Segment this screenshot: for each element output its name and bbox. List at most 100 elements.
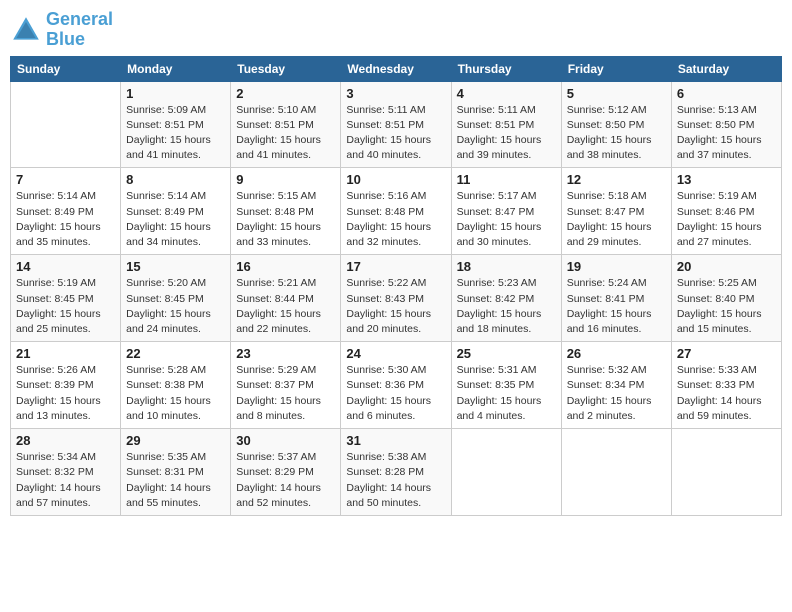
day-number: 1 [126,86,225,101]
day-info: Sunrise: 5:22 AMSunset: 8:43 PMDaylight:… [346,276,445,337]
day-number: 9 [236,172,335,187]
calendar-cell: 2 Sunrise: 5:10 AMSunset: 8:51 PMDaylight… [231,81,341,168]
day-number: 13 [677,172,776,187]
day-info: Sunrise: 5:34 AMSunset: 8:32 PMDaylight:… [16,450,115,511]
calendar-cell [11,81,121,168]
day-info: Sunrise: 5:29 AMSunset: 8:37 PMDaylight:… [236,363,335,424]
day-number: 19 [567,259,666,274]
calendar-cell: 27Sunrise: 5:33 AMSunset: 8:33 PMDayligh… [671,342,781,429]
calendar-cell: 6 Sunrise: 5:13 AMSunset: 8:50 PMDaylight… [671,81,781,168]
day-number: 27 [677,346,776,361]
calendar-cell: 29 Sunrise: 5:35 AMSunset: 8:31 PMDayligh… [121,429,231,516]
calendar-cell: 5 Sunrise: 5:12 AMSunset: 8:50 PMDaylight… [561,81,671,168]
day-number: 20 [677,259,776,274]
day-info: Sunrise: 5:13 AMSunset: 8:50 PMDaylight:… [677,103,776,164]
day-info: Sunrise: 5:18 AMSunset: 8:47 PMDaylight:… [567,189,666,250]
day-number: 7 [16,172,115,187]
calendar-cell: 4 Sunrise: 5:11 AMSunset: 8:51 PMDaylight… [451,81,561,168]
day-info: Sunrise: 5:21 AMSunset: 8:44 PMDaylight:… [236,276,335,337]
day-number: 8 [126,172,225,187]
day-info: Sunrise: 5:35 AMSunset: 8:31 PMDaylight:… [126,450,225,511]
day-info: Sunrise: 5:30 AMSunset: 8:36 PMDaylight:… [346,363,445,424]
col-header-thursday: Thursday [451,56,561,81]
day-number: 2 [236,86,335,101]
col-header-tuesday: Tuesday [231,56,341,81]
day-info: Sunrise: 5:20 AMSunset: 8:45 PMDaylight:… [126,276,225,337]
col-header-sunday: Sunday [11,56,121,81]
calendar-cell: 1 Sunrise: 5:09 AMSunset: 8:51 PMDaylight… [121,81,231,168]
day-info: Sunrise: 5:19 AMSunset: 8:46 PMDaylight:… [677,189,776,250]
day-number: 16 [236,259,335,274]
col-header-wednesday: Wednesday [341,56,451,81]
day-number: 26 [567,346,666,361]
calendar-cell: 9 Sunrise: 5:15 AMSunset: 8:48 PMDaylight… [231,168,341,255]
day-info: Sunrise: 5:23 AMSunset: 8:42 PMDaylight:… [457,276,556,337]
day-number: 6 [677,86,776,101]
calendar-cell: 7 Sunrise: 5:14 AMSunset: 8:49 PMDaylight… [11,168,121,255]
day-info: Sunrise: 5:37 AMSunset: 8:29 PMDaylight:… [236,450,335,511]
day-info: Sunrise: 5:16 AMSunset: 8:48 PMDaylight:… [346,189,445,250]
calendar-cell [561,429,671,516]
col-header-saturday: Saturday [671,56,781,81]
day-info: Sunrise: 5:15 AMSunset: 8:48 PMDaylight:… [236,189,335,250]
calendar-cell: 22 Sunrise: 5:28 AMSunset: 8:38 PMDayligh… [121,342,231,429]
day-info: Sunrise: 5:24 AMSunset: 8:41 PMDaylight:… [567,276,666,337]
calendar-cell: 16 Sunrise: 5:21 AMSunset: 8:44 PMDayligh… [231,255,341,342]
calendar-cell: 14 Sunrise: 5:19 AMSunset: 8:45 PMDayligh… [11,255,121,342]
day-number: 23 [236,346,335,361]
day-info: Sunrise: 5:26 AMSunset: 8:39 PMDaylight:… [16,363,115,424]
day-number: 29 [126,433,225,448]
day-number: 4 [457,86,556,101]
calendar-table: SundayMondayTuesdayWednesdayThursdayFrid… [10,56,782,516]
day-number: 11 [457,172,556,187]
day-number: 10 [346,172,445,187]
day-info: Sunrise: 5:19 AMSunset: 8:45 PMDaylight:… [16,276,115,337]
day-number: 14 [16,259,115,274]
calendar-cell: 20 Sunrise: 5:25 AMSunset: 8:40 PMDayligh… [671,255,781,342]
day-number: 24 [346,346,445,361]
day-number: 31 [346,433,445,448]
day-info: Sunrise: 5:12 AMSunset: 8:50 PMDaylight:… [567,103,666,164]
day-number: 18 [457,259,556,274]
day-info: Sunrise: 5:31 AMSunset: 8:35 PMDaylight:… [457,363,556,424]
day-number: 30 [236,433,335,448]
calendar-cell: 31Sunrise: 5:38 AMSunset: 8:28 PMDayligh… [341,429,451,516]
day-info: Sunrise: 5:14 AMSunset: 8:49 PMDaylight:… [126,189,225,250]
day-number: 28 [16,433,115,448]
day-number: 25 [457,346,556,361]
day-info: Sunrise: 5:10 AMSunset: 8:51 PMDaylight:… [236,103,335,164]
day-number: 12 [567,172,666,187]
calendar-cell: 23 Sunrise: 5:29 AMSunset: 8:37 PMDayligh… [231,342,341,429]
day-info: Sunrise: 5:11 AMSunset: 8:51 PMDaylight:… [457,103,556,164]
calendar-cell: 30 Sunrise: 5:37 AMSunset: 8:29 PMDayligh… [231,429,341,516]
page-header: General Blue [10,10,782,50]
day-number: 21 [16,346,115,361]
day-info: Sunrise: 5:11 AMSunset: 8:51 PMDaylight:… [346,103,445,164]
day-info: Sunrise: 5:25 AMSunset: 8:40 PMDaylight:… [677,276,776,337]
calendar-cell: 11 Sunrise: 5:17 AMSunset: 8:47 PMDayligh… [451,168,561,255]
calendar-cell: 26 Sunrise: 5:32 AMSunset: 8:34 PMDayligh… [561,342,671,429]
day-info: Sunrise: 5:32 AMSunset: 8:34 PMDaylight:… [567,363,666,424]
calendar-cell: 3 Sunrise: 5:11 AMSunset: 8:51 PMDaylight… [341,81,451,168]
day-info: Sunrise: 5:28 AMSunset: 8:38 PMDaylight:… [126,363,225,424]
calendar-cell: 8 Sunrise: 5:14 AMSunset: 8:49 PMDaylight… [121,168,231,255]
calendar-cell: 15 Sunrise: 5:20 AMSunset: 8:45 PMDayligh… [121,255,231,342]
day-info: Sunrise: 5:17 AMSunset: 8:47 PMDaylight:… [457,189,556,250]
logo: General Blue [10,10,113,50]
day-info: Sunrise: 5:09 AMSunset: 8:51 PMDaylight:… [126,103,225,164]
calendar-cell: 24 Sunrise: 5:30 AMSunset: 8:36 PMDayligh… [341,342,451,429]
calendar-cell [451,429,561,516]
day-number: 22 [126,346,225,361]
calendar-cell: 25 Sunrise: 5:31 AMSunset: 8:35 PMDayligh… [451,342,561,429]
day-number: 5 [567,86,666,101]
calendar-cell: 13 Sunrise: 5:19 AMSunset: 8:46 PMDayligh… [671,168,781,255]
col-header-friday: Friday [561,56,671,81]
calendar-cell: 10 Sunrise: 5:16 AMSunset: 8:48 PMDayligh… [341,168,451,255]
calendar-cell [671,429,781,516]
day-number: 3 [346,86,445,101]
calendar-cell: 28 Sunrise: 5:34 AMSunset: 8:32 PMDayligh… [11,429,121,516]
day-info: Sunrise: 5:14 AMSunset: 8:49 PMDaylight:… [16,189,115,250]
logo-icon [10,14,42,46]
calendar-cell: 19 Sunrise: 5:24 AMSunset: 8:41 PMDayligh… [561,255,671,342]
day-number: 15 [126,259,225,274]
